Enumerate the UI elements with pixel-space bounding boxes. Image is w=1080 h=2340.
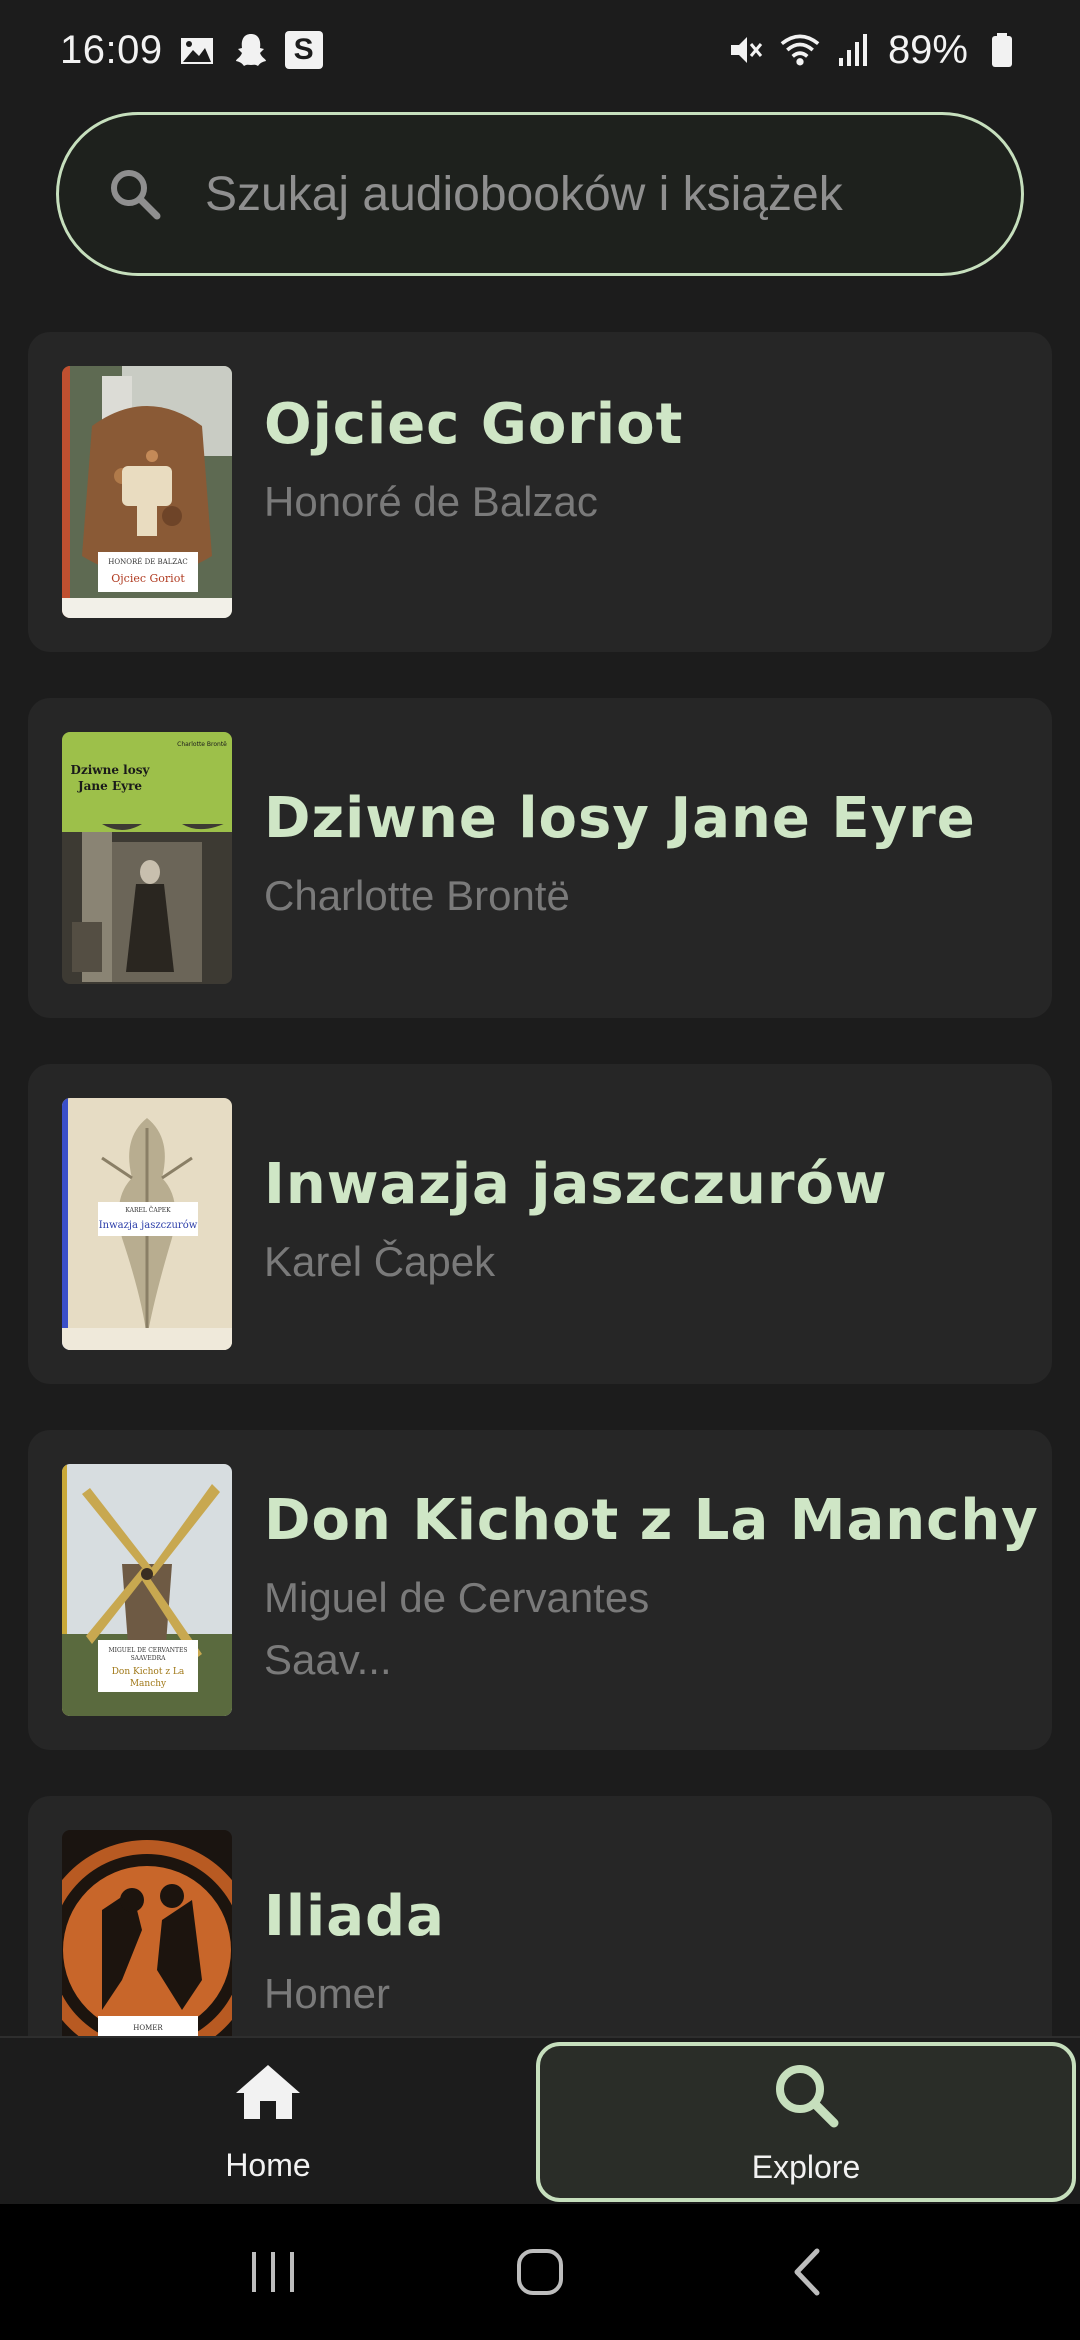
cover-author: HONORÉ DE BALZAC bbox=[108, 557, 187, 566]
nav-home-button[interactable]: Home bbox=[0, 2038, 536, 2202]
book-card-don-kichot[interactable]: MIGUEL DE CERVANTES SAAVEDRA Don Kichot … bbox=[28, 1430, 1052, 1750]
book-cover: MIGUEL DE CERVANTES SAAVEDRA Don Kichot … bbox=[62, 1464, 232, 1716]
status-time: 16:09 bbox=[60, 27, 163, 72]
status-right: 89% bbox=[726, 28, 1022, 73]
bottom-nav: Home Explore bbox=[0, 2036, 1080, 2204]
book-title: Inwazja jaszczurów bbox=[264, 1152, 888, 1217]
cover-title: Dziwne losy bbox=[71, 763, 151, 777]
snapchat-icon bbox=[231, 30, 271, 70]
gallery-icon bbox=[177, 30, 217, 70]
wifi-icon bbox=[780, 30, 820, 70]
book-author: Miguel de Cervantes Saav... bbox=[264, 1574, 650, 1683]
book-text: Don Kichot z La Manchy Miguel de Cervant… bbox=[264, 1488, 1039, 1691]
book-title: Don Kichot z La Manchy bbox=[264, 1488, 1039, 1553]
search-icon bbox=[770, 2059, 842, 2131]
cover-title: Ojciec Goriot bbox=[111, 572, 185, 585]
search-input[interactable]: Szukaj audiobooków i książek bbox=[56, 112, 1024, 276]
nav-explore-label: Explore bbox=[751, 2148, 861, 2185]
book-text: Iliada Homer bbox=[264, 1884, 1022, 2025]
cover-author: Charlotte Brontë bbox=[177, 741, 227, 748]
book-text: Dziwne losy Jane Eyre Charlotte Brontë bbox=[264, 786, 1022, 927]
cover-title: Inwazja jaszczurów bbox=[99, 1220, 198, 1231]
book-card-jane-eyre[interactable]: Dziwne losy Jane Eyre Charlotte Brontë D… bbox=[28, 698, 1052, 1018]
book-cover: KAREL ČAPEK Inwazja jaszczurów bbox=[62, 1098, 232, 1350]
battery-icon bbox=[982, 30, 1022, 70]
book-author: Homer bbox=[264, 1970, 391, 2017]
status-bar: 16:09 S 89% bbox=[0, 0, 1080, 100]
svg-text:Jane Eyre: Jane Eyre bbox=[77, 779, 142, 793]
cover-title: Don Kichot z La bbox=[112, 1667, 185, 1677]
home-icon bbox=[232, 2057, 304, 2129]
book-title: Dziwne losy Jane Eyre bbox=[264, 786, 976, 851]
book-card-inwazja-jaszczurow[interactable]: KAREL ČAPEK Inwazja jaszczurów Inwazja j… bbox=[28, 1064, 1052, 1384]
back-icon[interactable] bbox=[777, 2242, 837, 2302]
recents-icon[interactable] bbox=[243, 2242, 303, 2302]
cover-author: KAREL ČAPEK bbox=[125, 1206, 171, 1214]
book-text: Inwazja jaszczurów Karel Čapek bbox=[264, 1152, 1022, 1293]
book-author: Karel Čapek bbox=[264, 1238, 496, 1285]
book-cover: Dziwne losy Jane Eyre Charlotte Brontë bbox=[62, 732, 232, 984]
book-title: Ojciec Goriot bbox=[264, 392, 684, 457]
book-text: Ojciec Goriot Honoré de Balzac bbox=[264, 392, 1022, 533]
home-system-icon[interactable] bbox=[510, 2242, 570, 2302]
svg-text:SAAVEDRA: SAAVEDRA bbox=[131, 1655, 167, 1662]
search-placeholder: Szukaj audiobooków i książek bbox=[205, 167, 843, 221]
nav-explore-button[interactable]: Explore bbox=[536, 2042, 1076, 2202]
mute-icon bbox=[726, 30, 766, 70]
search-icon bbox=[107, 166, 163, 222]
svg-text:Manchy: Manchy bbox=[130, 1679, 167, 1689]
book-title: Iliada bbox=[264, 1884, 445, 1949]
battery-percent: 89% bbox=[887, 27, 968, 72]
book-author: Honoré de Balzac bbox=[264, 478, 598, 525]
signal-icon bbox=[834, 30, 874, 70]
book-cover: HONORÉ DE BALZAC Ojciec Goriot bbox=[62, 366, 232, 618]
nav-home-label: Home bbox=[225, 2146, 311, 2183]
book-author: Charlotte Brontë bbox=[264, 872, 570, 919]
book-card-ojciec-goriot[interactable]: HONORÉ DE BALZAC Ojciec Goriot Ojciec Go… bbox=[28, 332, 1052, 652]
cover-author: MIGUEL DE CERVANTES bbox=[108, 1647, 187, 1654]
s-app-icon: S bbox=[284, 31, 323, 69]
system-nav-bar bbox=[0, 2204, 1080, 2340]
cover-author: HOMER bbox=[133, 2024, 163, 2032]
status-left: 16:09 S bbox=[60, 28, 323, 73]
